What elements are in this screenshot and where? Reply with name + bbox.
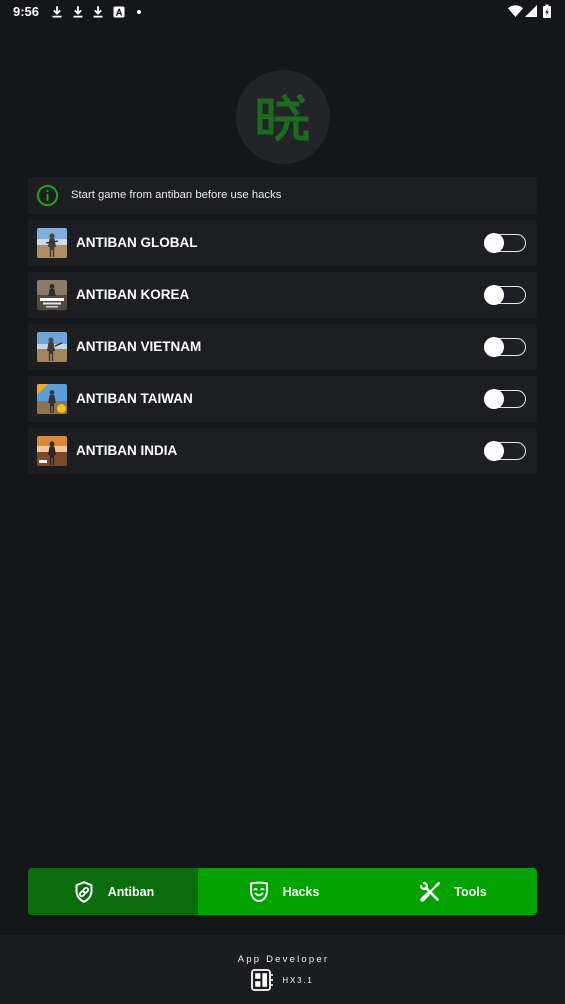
footer: App Developer HX3.1 <box>0 935 565 1004</box>
tab-hacks-label: Hacks <box>282 884 320 899</box>
status-time: 9:56 <box>13 4 40 19</box>
antiban-global-toggle[interactable] <box>484 232 526 254</box>
download-icon <box>92 5 104 18</box>
footer-title: App Developer <box>237 954 330 965</box>
status-bar: 9:56 <box>0 0 565 24</box>
download-icon <box>72 5 84 18</box>
mask-icon <box>247 880 271 904</box>
antiban-korea-toggle[interactable] <box>484 284 526 306</box>
footer-version-row: HX3.1 <box>0 969 565 991</box>
toggle-knob <box>484 233 504 253</box>
toggle-knob <box>484 337 504 357</box>
toggle-knob <box>484 441 504 461</box>
toggle-knob <box>484 285 504 305</box>
signal-icon <box>525 5 537 17</box>
shield-link-icon <box>72 880 96 904</box>
xiao-logo-icon <box>257 93 309 142</box>
antiban-vietnam-label: ANTIBAN VIETNAM <box>76 339 202 354</box>
pubg-korea-icon <box>37 280 67 310</box>
antiban-row-korea: ANTIBAN KOREA <box>28 272 537 318</box>
antiban-vietnam-toggle[interactable] <box>484 336 526 358</box>
antiban-taiwan-toggle[interactable] <box>484 388 526 410</box>
tab-tools-label: Tools <box>454 884 487 899</box>
pubg-taiwan-icon <box>37 384 67 414</box>
info-message: Start game from antiban before use hacks <box>71 189 282 201</box>
antiban-row-global: ANTIBAN GLOBAL <box>28 220 537 266</box>
antiban-taiwan-label: ANTIBAN TAIWAN <box>76 391 193 406</box>
tab-antiban-label: Antiban <box>107 884 155 899</box>
app-a-icon <box>113 6 125 18</box>
info-banner: Start game from antiban before use hacks <box>28 177 537 214</box>
dot-icon <box>137 10 141 14</box>
antiban-row-vietnam: ANTIBAN VIETNAM <box>28 324 537 370</box>
antiban-india-toggle[interactable] <box>484 440 526 462</box>
tab-antiban[interactable]: Antiban <box>28 868 198 915</box>
pubg-india-icon <box>37 436 67 466</box>
tools-icon <box>418 880 442 904</box>
tab-tools[interactable]: Tools <box>368 868 537 915</box>
bottom-nav: Antiban Hacks Tools <box>28 868 537 915</box>
download-icon <box>51 5 63 18</box>
pubg-global-icon <box>37 228 67 258</box>
antiban-india-label: ANTIBAN INDIA <box>76 443 178 458</box>
antiban-global-label: ANTIBAN GLOBAL <box>76 235 198 250</box>
pubg-vietnam-icon <box>37 332 67 362</box>
tab-hacks[interactable]: Hacks <box>198 868 368 915</box>
antiban-row-taiwan: ANTIBAN TAIWAN <box>28 376 537 422</box>
battery-charging-icon <box>543 4 551 18</box>
antiban-row-india: ANTIBAN INDIA <box>28 428 537 474</box>
app-logo <box>236 70 330 164</box>
wifi-icon <box>508 5 523 17</box>
info-icon <box>36 184 59 207</box>
app-version: HX3.1 <box>282 975 314 985</box>
toggle-knob <box>484 389 504 409</box>
antiban-korea-label: ANTIBAN KOREA <box>76 287 190 302</box>
developer-board-icon <box>251 969 274 991</box>
